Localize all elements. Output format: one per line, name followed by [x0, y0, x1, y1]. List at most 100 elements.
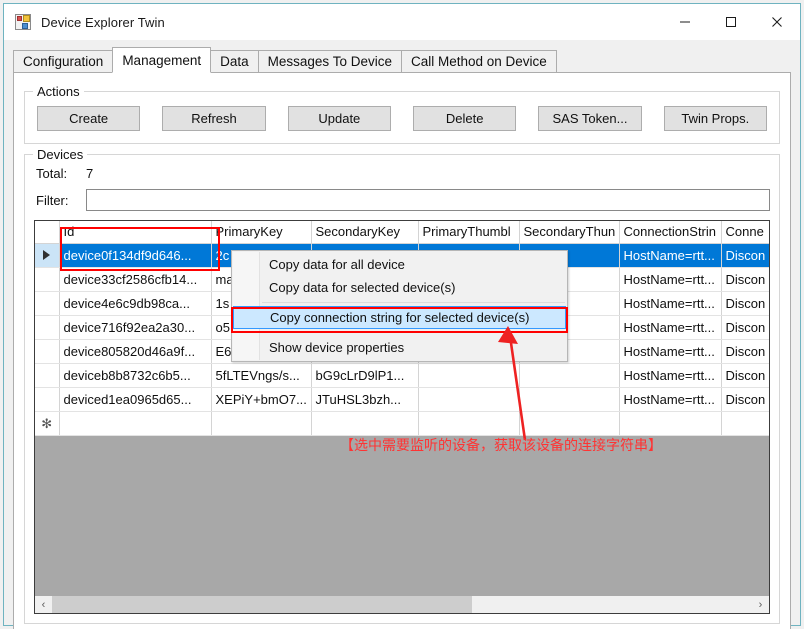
column-header-connectionstring[interactable]: ConnectionStrin — [619, 221, 722, 244]
scroll-right-arrow-icon[interactable]: › — [752, 596, 769, 613]
sas-token-button[interactable]: SAS Token... — [538, 106, 642, 131]
actions-groupbox: Actions Create Refresh Update Delete SAS… — [24, 84, 780, 144]
twin-props-button[interactable]: Twin Props. — [663, 106, 767, 131]
devices-group-title: Devices — [33, 147, 88, 162]
maximize-button[interactable] — [708, 4, 754, 40]
create-button[interactable]: Create — [37, 106, 141, 131]
tab-label: Data — [220, 54, 249, 69]
tab-label: Messages To Device — [267, 54, 392, 69]
button-label: Refresh — [191, 111, 237, 126]
cell-connectionstate[interactable]: Discon — [721, 387, 769, 412]
column-header-id[interactable]: Id — [59, 221, 212, 244]
cell-connectionstate[interactable]: Discon — [721, 363, 769, 388]
row-indicator-cell[interactable] — [35, 387, 60, 412]
row-indicator-cell[interactable] — [35, 339, 60, 364]
cell-primarykey[interactable]: XEPiY+bmO7... — [211, 387, 312, 412]
cell-connectionstate[interactable]: Discon — [721, 291, 769, 316]
menu-item-copy-connection-string[interactable]: Copy connection string for selected devi… — [233, 306, 566, 329]
cell-id[interactable]: deviced1ea0965d65... — [59, 387, 212, 412]
app-icon — [15, 14, 31, 30]
cell-primarythumbprint[interactable] — [418, 387, 520, 412]
context-menu[interactable]: Copy data for all device Copy data for s… — [231, 250, 568, 362]
cell-connectionstring[interactable] — [619, 411, 722, 436]
annotation-note: 【选中需要监听的设备，获取该设备的连接字符串】 — [340, 438, 662, 454]
row-indicator-cell[interactable] — [35, 315, 60, 340]
button-label: Twin Props. — [681, 111, 750, 126]
column-header-secondarykey[interactable]: SecondaryKey — [311, 221, 419, 244]
cell-connectionstate[interactable] — [721, 411, 769, 436]
cell-secondarykey[interactable] — [311, 411, 419, 436]
table-row[interactable]: deviced1ea0965d65... XEPiY+bmO7... JTuHS… — [35, 387, 769, 412]
cell-connectionstring[interactable]: HostName=rtt... — [619, 363, 722, 388]
cell-id[interactable] — [59, 411, 212, 436]
cell-id[interactable]: device0f134df9d646... — [59, 243, 212, 268]
cell-connectionstring[interactable]: HostName=rtt... — [619, 387, 722, 412]
new-row-indicator-cell[interactable]: ✻ — [35, 411, 60, 436]
column-header-primarythumbprint[interactable]: PrimaryThumbl — [418, 221, 520, 244]
cell-secondarykey[interactable]: JTuHSL3bzh... — [311, 387, 419, 412]
cell-id[interactable]: device4e6c9db98ca... — [59, 291, 212, 316]
cell-id[interactable]: device716f92ea2a30... — [59, 315, 212, 340]
cell-connectionstring[interactable]: HostName=rtt... — [619, 243, 722, 268]
tab-strip: Configuration Management Data Messages T… — [13, 47, 791, 73]
table-row[interactable]: deviceb8b8732c6b5... 5fLTEVngs/s... bG9c… — [35, 363, 769, 388]
cell-primarykey[interactable] — [211, 411, 312, 436]
scroll-left-arrow-icon[interactable]: ‹ — [35, 596, 52, 613]
update-button[interactable]: Update — [287, 106, 391, 131]
cell-primarythumbprint[interactable] — [418, 363, 520, 388]
close-icon — [772, 17, 782, 27]
row-indicator-cell[interactable] — [35, 243, 60, 268]
context-menu-separator — [262, 302, 565, 303]
close-button[interactable] — [754, 4, 800, 40]
column-header-secondarythumbprint[interactable]: SecondaryThun — [519, 221, 620, 244]
new-row-asterisk-icon: ✻ — [41, 415, 53, 431]
tab-data[interactable]: Data — [210, 50, 259, 72]
cell-primarythumbprint[interactable] — [418, 411, 520, 436]
menu-item-label: Show device properties — [269, 340, 405, 355]
cell-id[interactable]: device33cf2586cfb14... — [59, 267, 212, 292]
button-label: Update — [318, 111, 361, 126]
row-indicator-cell[interactable] — [35, 291, 60, 316]
row-indicator-cell[interactable] — [35, 267, 60, 292]
cell-connectionstate[interactable]: Discon — [721, 267, 769, 292]
tab-strip-container: Configuration Management Data Messages T… — [4, 40, 800, 73]
menu-item-show-device-properties[interactable]: Show device properties — [232, 336, 567, 359]
filter-input[interactable] — [86, 189, 770, 211]
tab-management[interactable]: Management — [112, 47, 212, 73]
menu-item-copy-data-all[interactable]: Copy data for all device — [232, 253, 567, 276]
row-header-corner[interactable] — [35, 221, 60, 244]
cell-connectionstate[interactable]: Discon — [721, 339, 769, 364]
cell-connectionstring[interactable]: HostName=rtt... — [619, 315, 722, 340]
cell-primarykey[interactable]: 5fLTEVngs/s... — [211, 363, 312, 388]
refresh-button[interactable]: Refresh — [162, 106, 266, 131]
row-indicator-cell[interactable] — [35, 363, 60, 388]
datagrid-empty-area — [35, 435, 769, 596]
actions-button-row: Create Refresh Update Delete SAS Token..… — [35, 102, 769, 133]
cell-id[interactable]: deviceb8b8732c6b5... — [59, 363, 212, 388]
minimize-button[interactable] — [662, 4, 708, 40]
delete-button[interactable]: Delete — [412, 106, 517, 131]
cell-connectionstate[interactable]: Discon — [721, 315, 769, 340]
cell-secondarythumbprint[interactable] — [519, 387, 620, 412]
scrollbar-thumb[interactable] — [52, 596, 472, 613]
tab-call-method-on-device[interactable]: Call Method on Device — [400, 50, 557, 72]
cell-connectionstate[interactable]: Discon — [721, 243, 769, 268]
cell-connectionstring[interactable]: HostName=rtt... — [619, 339, 722, 364]
cell-secondarythumbprint[interactable] — [519, 411, 620, 436]
menu-item-copy-data-selected[interactable]: Copy data for selected device(s) — [232, 276, 567, 299]
cell-connectionstring[interactable]: HostName=rtt... — [619, 267, 722, 292]
cell-secondarythumbprint[interactable] — [519, 363, 620, 388]
new-row[interactable]: ✻ — [35, 411, 769, 436]
button-label: SAS Token... — [552, 111, 628, 126]
cell-connectionstring[interactable]: HostName=rtt... — [619, 291, 722, 316]
column-header-connectionstate[interactable]: Conne — [721, 221, 769, 244]
cell-secondarykey[interactable]: bG9cLrD9lP1... — [311, 363, 419, 388]
tab-configuration[interactable]: Configuration — [13, 50, 114, 72]
total-row: Total: 7 — [36, 163, 770, 183]
datagrid-horizontal-scrollbar[interactable]: ‹ › — [35, 595, 769, 613]
tab-messages-to-device[interactable]: Messages To Device — [257, 50, 402, 72]
scrollbar-track[interactable] — [52, 596, 752, 613]
column-header-primarykey[interactable]: PrimaryKey — [211, 221, 312, 244]
cell-id[interactable]: device805820d46a9f... — [59, 339, 212, 364]
menu-item-label: Copy data for all device — [269, 257, 405, 272]
